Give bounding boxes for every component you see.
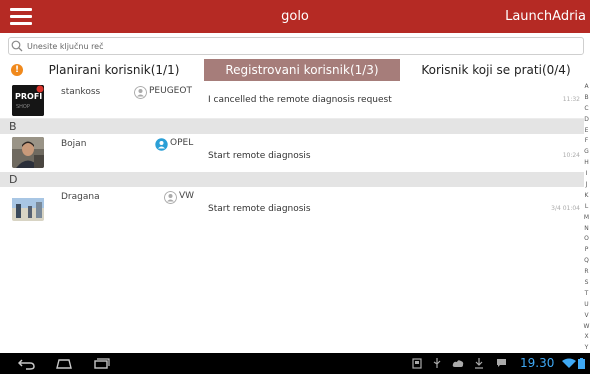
alphabet-index-letter[interactable]: E: [583, 126, 590, 137]
recent-apps-icon[interactable]: [92, 357, 110, 370]
alphabet-index-letter[interactable]: R: [583, 267, 590, 278]
system-nav-bar: 19.30: [0, 353, 590, 374]
divider: [0, 118, 584, 119]
app-title: golo: [281, 9, 309, 24]
alphabet-index-letter[interactable]: J: [583, 180, 590, 191]
alphabet-index-letter[interactable]: P: [583, 245, 590, 256]
search-input[interactable]: [27, 38, 567, 54]
battery-icon: [578, 358, 585, 369]
offline-user-icon: [134, 86, 147, 99]
alphabet-index-letter[interactable]: O: [583, 234, 590, 245]
car-brand: PEUGEOT: [149, 86, 192, 96]
svg-text:PROFI: PROFI: [15, 92, 42, 101]
avatar: [12, 137, 44, 168]
download-icon: [475, 358, 483, 369]
wifi-icon: [562, 358, 576, 368]
avatar: [12, 190, 44, 221]
car-brand: OPEL: [170, 138, 194, 148]
message-time: 11:32: [562, 96, 580, 103]
alphabet-index-letter[interactable]: X: [583, 332, 590, 343]
contact-name: stankoss: [61, 87, 101, 97]
last-message: Start remote diagnosis: [208, 151, 311, 161]
svg-text:SHOP: SHOP: [16, 104, 30, 110]
contact-name: Dragana: [61, 192, 100, 202]
account-name[interactable]: LaunchAdria: [505, 9, 586, 24]
alphabet-index-letter[interactable]: A: [583, 82, 590, 93]
last-message: I cancelled the remote diagnosis request: [208, 95, 392, 105]
tab-planned-users[interactable]: Planirani korisnik(1/1): [28, 59, 200, 81]
tab-followed-users[interactable]: Korisnik koji se prati(0/4): [402, 59, 590, 81]
tab-bar: ! Planirani korisnik(1/1) Registrovani k…: [0, 59, 590, 81]
alphabet-index[interactable]: ABCDEFGHIJKLMNOPQRSTUVWXYZ#: [583, 82, 590, 374]
alphabet-index-letter[interactable]: H: [583, 158, 590, 169]
message-time: 10:24: [562, 152, 580, 159]
tab-registered-users[interactable]: Registrovani korisnik(1/3): [204, 59, 400, 81]
offline-user-icon: [164, 191, 177, 204]
alphabet-index-letter[interactable]: V: [583, 311, 590, 322]
clock: 19.30: [520, 356, 555, 370]
alphabet-index-letter[interactable]: T: [583, 289, 590, 300]
car-brand: VW: [179, 191, 195, 201]
list-item[interactable]: Bojan OPEL Start remote diagnosis 10:24: [0, 135, 584, 170]
back-icon[interactable]: [18, 357, 36, 370]
alphabet-index-letter[interactable]: F: [583, 136, 590, 147]
section-letter: D: [9, 173, 18, 186]
message-time: 3/4 01:04: [551, 205, 580, 212]
avatar: PROFI SHOP: [12, 85, 44, 116]
search-icon: [11, 40, 23, 52]
chat-icon: [497, 359, 506, 367]
section-header: B: [0, 119, 584, 134]
contact-name: Bojan: [61, 139, 87, 149]
alphabet-index-letter[interactable]: S: [583, 278, 590, 289]
screenshot-icon: [412, 358, 422, 369]
alphabet-index-letter[interactable]: G: [583, 147, 590, 158]
warning-icon: !: [11, 64, 23, 76]
list-item[interactable]: Dragana VW Start remote diagnosis 3/4 01…: [0, 188, 584, 223]
online-user-icon: [155, 138, 168, 151]
alphabet-index-letter[interactable]: N: [583, 224, 590, 235]
app-window: golo LaunchAdria ! Planirani korisnik(1/…: [0, 0, 590, 374]
alphabet-index-letter[interactable]: M: [583, 213, 590, 224]
alphabet-index-letter[interactable]: K: [583, 191, 590, 202]
alphabet-index-letter[interactable]: B: [583, 93, 590, 104]
list-item[interactable]: PROFI SHOP stankoss PEUGEOT I cancelled …: [0, 83, 584, 118]
usb-icon: [433, 358, 441, 368]
home-icon[interactable]: [55, 357, 73, 370]
alphabet-index-letter[interactable]: D: [583, 115, 590, 126]
top-bar: golo LaunchAdria: [0, 0, 590, 33]
alphabet-index-letter[interactable]: I: [583, 169, 590, 180]
section-header: D: [0, 172, 584, 187]
alphabet-index-letter[interactable]: L: [583, 202, 590, 213]
cloud-icon: [452, 360, 464, 367]
alphabet-index-letter[interactable]: W: [583, 322, 590, 333]
last-message: Start remote diagnosis: [208, 204, 311, 214]
alphabet-index-letter[interactable]: U: [583, 300, 590, 311]
search-box[interactable]: [8, 37, 584, 55]
alphabet-index-letter[interactable]: Q: [583, 256, 590, 267]
alphabet-index-letter[interactable]: C: [583, 104, 590, 115]
section-letter: B: [9, 120, 17, 133]
